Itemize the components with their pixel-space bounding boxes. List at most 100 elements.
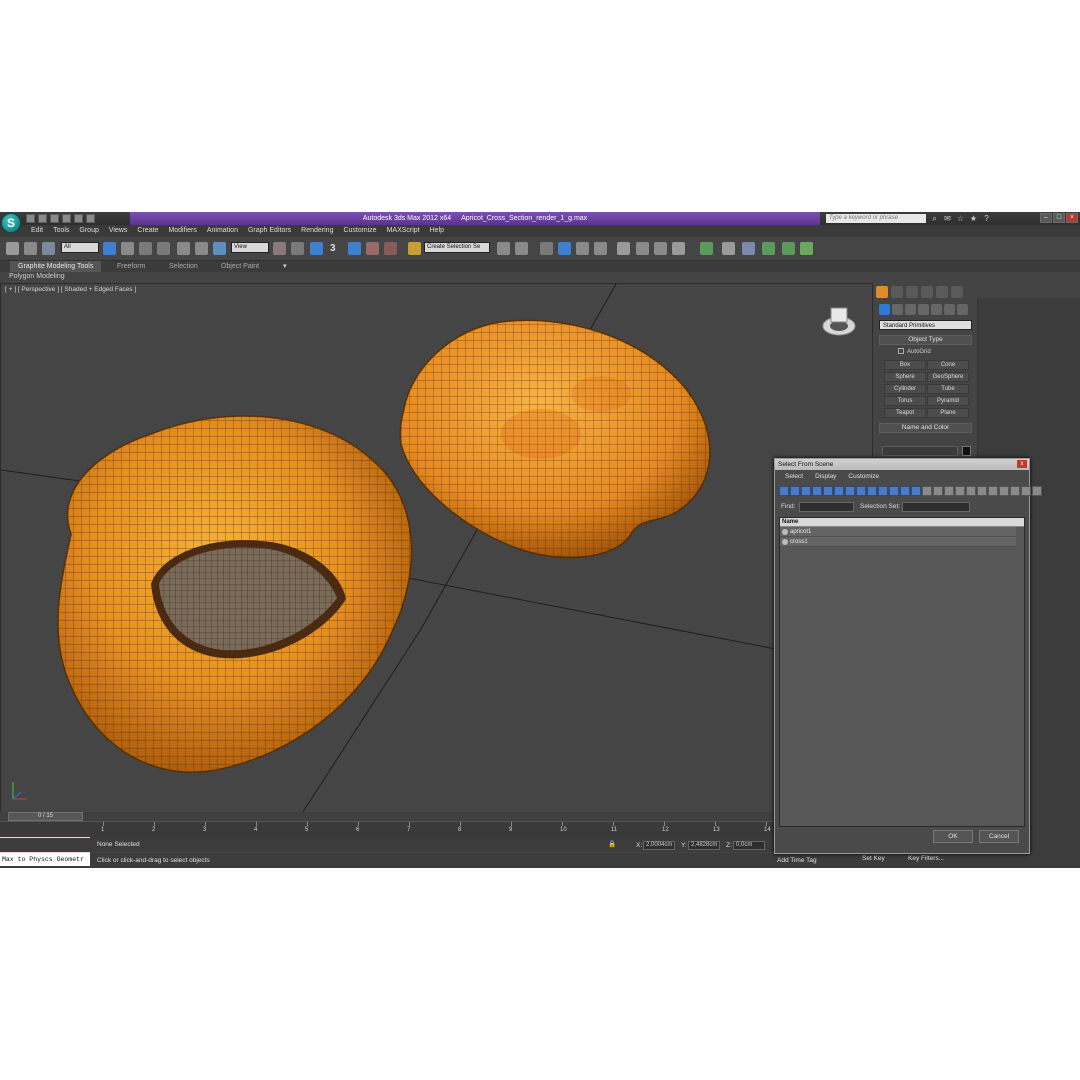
ok-button[interactable]: OK (933, 830, 973, 843)
dialog-menu-display[interactable]: Display (815, 470, 836, 483)
display-bones-icon[interactable] (867, 486, 877, 496)
new-file-icon[interactable] (26, 214, 35, 223)
column-header-name[interactable]: Name (780, 518, 1024, 527)
plugin-icon-2[interactable] (722, 242, 735, 255)
reference-coordinate-select[interactable]: View (231, 242, 269, 253)
rendered-frame-icon[interactable] (654, 242, 667, 255)
communication-icon[interactable]: ☆ (956, 214, 965, 223)
align-icon[interactable] (515, 242, 528, 255)
select-dependents-icon[interactable] (999, 486, 1009, 496)
box-button[interactable]: Box (884, 360, 926, 370)
filter-icon[interactable] (1021, 486, 1031, 496)
modify-tab-icon[interactable] (891, 286, 903, 298)
time-slider-thumb[interactable]: 0 / 15 (8, 812, 83, 821)
bind-space-warp-icon[interactable] (42, 242, 55, 255)
rectangular-region-icon[interactable] (139, 242, 152, 255)
lights-icon[interactable] (905, 304, 916, 315)
undo-icon[interactable] (62, 214, 71, 223)
plane-button[interactable]: Plane (927, 408, 969, 418)
ribbon-panel-label[interactable]: Polygon Modeling (0, 272, 1080, 282)
save-file-icon[interactable] (50, 214, 59, 223)
select-all-icon[interactable] (944, 486, 954, 496)
select-influences-icon[interactable] (1010, 486, 1020, 496)
viewcube-icon[interactable] (822, 307, 856, 336)
window-crossing-icon[interactable] (157, 242, 170, 255)
dialog-menu-select[interactable]: Select (785, 470, 803, 483)
plugin-icon-5[interactable] (782, 242, 795, 255)
close-icon[interactable]: × (1066, 213, 1078, 223)
menu-customize[interactable]: Customize (343, 226, 376, 236)
hierarchy-tab-icon[interactable] (906, 286, 918, 298)
display-lights-icon[interactable] (801, 486, 811, 496)
favorites-icon[interactable]: ★ (969, 214, 978, 223)
apricot-cross-section-model[interactable] (57, 415, 413, 773)
menu-views[interactable]: Views (109, 226, 128, 236)
curve-editor-icon[interactable] (576, 242, 589, 255)
sync-selection-icon[interactable] (977, 486, 987, 496)
maximize-icon[interactable]: □ (1053, 213, 1065, 223)
menu-group[interactable]: Group (79, 226, 98, 236)
display-helpers-icon[interactable] (823, 486, 833, 496)
display-spacewarps-icon[interactable] (834, 486, 844, 496)
selection-set-dropdown[interactable] (902, 502, 970, 512)
open-file-icon[interactable] (38, 214, 47, 223)
torus-button[interactable]: Torus (884, 396, 926, 406)
display-containers-icon[interactable] (878, 486, 888, 496)
find-case-sensitive-icon[interactable] (1032, 486, 1042, 496)
menu-graph-editors[interactable]: Graph Editors (248, 226, 291, 236)
ribbon-options-icon[interactable]: ▾ (275, 261, 295, 272)
display-hidden-icon[interactable] (900, 486, 910, 496)
display-groups-icon[interactable] (845, 486, 855, 496)
list-item[interactable]: apricot1 (780, 527, 1016, 537)
maxscript-mini-listener[interactable]: Max to Physcs Geometr (0, 853, 90, 866)
viewport-label[interactable]: [ + ] [ Perspective ] [ Shaded + Edged F… (5, 286, 136, 293)
menu-create[interactable]: Create (137, 226, 158, 236)
menu-animation[interactable]: Animation (207, 226, 238, 236)
dialog-close-icon[interactable]: x (1017, 460, 1027, 468)
display-all-icon[interactable] (911, 486, 921, 496)
select-invert-icon[interactable] (966, 486, 976, 496)
x-coordinate-input[interactable]: 2,0004cm (643, 841, 675, 850)
track-bar[interactable]: 1 2 3 4 5 6 7 8 9 10 11 12 13 14 (0, 821, 775, 838)
plugin-icon-6[interactable] (800, 242, 813, 255)
cylinder-button[interactable]: Cylinder (884, 384, 926, 394)
find-input[interactable] (799, 502, 854, 512)
binoculars-icon[interactable]: ⌕ (930, 214, 939, 223)
geosphere-button[interactable]: GeoSphere (927, 372, 969, 382)
display-cameras-icon[interactable] (812, 486, 822, 496)
set-key-button[interactable]: Set Key (862, 855, 885, 862)
plugin-icon-1[interactable] (700, 242, 713, 255)
display-xrefs-icon[interactable] (856, 486, 866, 496)
rotate-icon[interactable] (195, 242, 208, 255)
minimize-icon[interactable]: – (1040, 213, 1052, 223)
named-selection-set-select[interactable]: Create Selection Se (424, 242, 490, 253)
spinner-snap-icon[interactable] (384, 242, 397, 255)
tube-button[interactable]: Tube (927, 384, 969, 394)
cancel-button[interactable]: Cancel (979, 830, 1019, 843)
select-by-name-icon[interactable] (121, 242, 134, 255)
systems-icon[interactable] (957, 304, 968, 315)
selection-filter-select[interactable]: All (61, 242, 99, 253)
display-none-icon[interactable] (922, 486, 932, 496)
plugin-icon-3[interactable] (742, 242, 755, 255)
move-icon[interactable] (177, 242, 190, 255)
dialog-title-bar[interactable]: Select From Scene x (775, 459, 1029, 470)
scene-object-list[interactable]: Name apricot1 cross1 (779, 517, 1025, 827)
display-frozen-icon[interactable] (889, 486, 899, 496)
geometry-icon[interactable] (879, 304, 890, 315)
graphite-toggle-icon[interactable] (558, 242, 571, 255)
display-geometry-icon[interactable] (779, 486, 789, 496)
display-tab-icon[interactable] (936, 286, 948, 298)
object-type-rollout[interactable]: Object Type (879, 335, 972, 345)
material-editor-icon[interactable] (617, 242, 630, 255)
help-icon[interactable]: ? (982, 214, 991, 223)
layer-manager-icon[interactable] (540, 242, 553, 255)
render-setup-icon[interactable] (636, 242, 649, 255)
snap-toggle-icon[interactable]: 3 (330, 242, 343, 255)
schematic-view-icon[interactable] (594, 242, 607, 255)
autogrid-checkbox[interactable]: AutoGrid (898, 348, 931, 355)
menu-help[interactable]: Help (430, 226, 444, 236)
edit-named-selection-icon[interactable] (408, 242, 421, 255)
motion-tab-icon[interactable] (921, 286, 933, 298)
unlink-icon[interactable] (24, 242, 37, 255)
